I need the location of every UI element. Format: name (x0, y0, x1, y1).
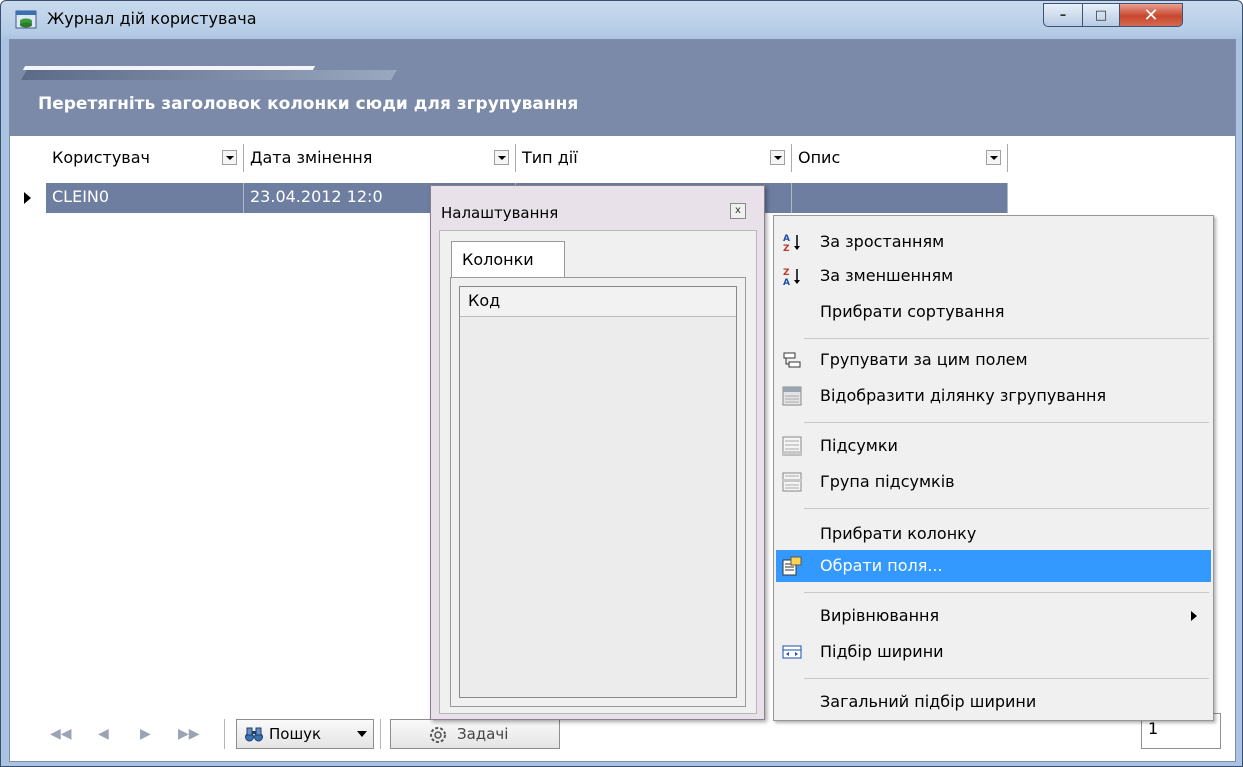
search-button[interactable]: Пошук (236, 719, 374, 749)
svg-text:Z: Z (783, 244, 790, 252)
column-context-menu: A Z За зростанням Z A За зменшенням Приб… (773, 215, 1214, 721)
tasks-button[interactable]: Задачі (390, 719, 560, 749)
column-header-label: Користувач (52, 148, 150, 167)
tab-panel-columns: Код (450, 277, 746, 707)
column-dropdown-icon[interactable] (770, 150, 785, 165)
menu-separator (804, 678, 1209, 679)
column-header-label: Дата змінення (250, 148, 373, 167)
menu-item-show-group-area[interactable]: Відобразити ділянку згрупування (776, 380, 1211, 412)
menu-item-label: Прибрати колонку (820, 524, 977, 543)
svg-text:Z: Z (783, 268, 790, 278)
settings-close-button[interactable]: x (730, 203, 746, 219)
menu-separator (804, 422, 1209, 423)
menu-item-label: Вирівнювання (820, 606, 940, 625)
menu-item-sort-desc[interactable]: Z A За зменшенням (776, 260, 1211, 292)
menu-item-label: Підсумки (820, 436, 898, 455)
group-panel-decoration-line (22, 66, 316, 70)
menu-item-best-fit[interactable]: Підбір ширини (776, 636, 1211, 668)
title-bar[interactable]: Журнал дій користувача – □ ✕ (1, 1, 1242, 37)
columns-list[interactable]: Код (459, 286, 737, 698)
menu-item-label: Група підсумків (820, 472, 955, 491)
svg-text:A: A (783, 278, 790, 286)
group-by-panel[interactable]: Перетягніть заголовок колонки сюди для з… (10, 40, 1235, 136)
choose-fields-icon (782, 556, 802, 576)
first-record-button[interactable]: ◀◀ (50, 726, 72, 742)
column-dropdown-icon[interactable] (986, 150, 1001, 165)
menu-item-choose-fields[interactable]: Обрати поля... (776, 550, 1211, 582)
menu-item-remove-column[interactable]: Прибрати колонку (776, 518, 1211, 550)
group-area-icon (782, 386, 802, 406)
grid-header: Користувач Дата змінення Тип дії Опис (10, 136, 1235, 179)
settings-title: Налаштування (441, 204, 559, 222)
group-by-icon (783, 352, 801, 368)
cell-desc[interactable] (792, 183, 1008, 213)
window-title: Журнал дій користувача (47, 9, 257, 28)
menu-item-label: Обрати поля... (820, 556, 943, 575)
search-button-label: Пошук (269, 725, 322, 743)
menu-item-label: Прибрати сортування (820, 302, 1005, 321)
menu-item-best-fit-all[interactable]: Загальний підбір ширини (776, 686, 1211, 718)
menu-item-label: Групувати за цим полем (820, 350, 1028, 369)
menu-item-label: За зменшенням (820, 266, 954, 285)
summaries-icon (782, 436, 802, 456)
menu-item-summaries[interactable]: Підсумки (776, 430, 1211, 462)
column-header-label: Опис (798, 148, 841, 167)
menu-separator (804, 592, 1209, 593)
column-dropdown-icon[interactable] (222, 150, 237, 165)
maximize-button[interactable]: □ (1082, 3, 1120, 27)
nav-separator (224, 719, 225, 749)
svg-text:A: A (783, 234, 790, 244)
close-button[interactable]: ✕ (1119, 3, 1183, 27)
column-header-type[interactable]: Тип дії (516, 144, 792, 172)
tasks-button-label: Задачі (457, 725, 509, 743)
menu-item-group-summaries[interactable]: Група підсумків (776, 466, 1211, 498)
group-panel-decoration (21, 70, 397, 80)
group-hint-text: Перетягніть заголовок колонки сюди для з… (38, 94, 579, 114)
settings-popup: Налаштування x Колонки Код (430, 185, 765, 720)
tasks-gear-icon (430, 727, 446, 743)
column-header-user[interactable]: Користувач (46, 144, 244, 172)
menu-item-label: За зростанням (820, 232, 945, 251)
row-indicator-icon (14, 183, 44, 213)
group-summaries-icon (782, 472, 802, 492)
settings-body: Колонки Код (439, 230, 757, 714)
minimize-button[interactable]: – (1043, 3, 1083, 27)
list-item[interactable]: Код (460, 287, 736, 317)
menu-item-alignment[interactable]: Вирівнювання (776, 600, 1211, 632)
cell-user[interactable]: CLEIN0 (46, 183, 244, 213)
menu-separator (804, 508, 1209, 509)
menu-item-label: Підбір ширини (820, 642, 944, 661)
tab-columns[interactable]: Колонки (451, 241, 565, 279)
last-record-button[interactable]: ▶▶ (178, 726, 200, 742)
column-header-date[interactable]: Дата змінення (244, 144, 516, 172)
menu-item-label: Відобразити ділянку згрупування (820, 386, 1107, 405)
next-record-button[interactable]: ▶ (140, 726, 151, 742)
menu-item-group-by[interactable]: Групувати за цим полем (776, 344, 1211, 376)
app-database-icon (15, 10, 37, 29)
binoculars-icon (245, 727, 263, 742)
sort-ascending-icon: A Z (783, 234, 800, 252)
menu-item-label: Загальний підбір ширини (820, 692, 1037, 711)
best-fit-icon (782, 645, 802, 659)
column-header-label: Тип дії (522, 148, 578, 167)
column-dropdown-icon[interactable] (494, 150, 509, 165)
sort-descending-icon: Z A (783, 268, 800, 286)
menu-item-clear-sort[interactable]: Прибрати сортування (776, 296, 1211, 328)
menu-separator (804, 338, 1209, 339)
column-header-desc[interactable]: Опис (792, 144, 1008, 172)
submenu-arrow-icon (1191, 611, 1197, 621)
nav-separator (380, 719, 381, 749)
chevron-down-icon (357, 731, 367, 737)
prev-record-button[interactable]: ◀ (98, 726, 109, 742)
menu-item-sort-asc[interactable]: A Z За зростанням (776, 226, 1211, 258)
